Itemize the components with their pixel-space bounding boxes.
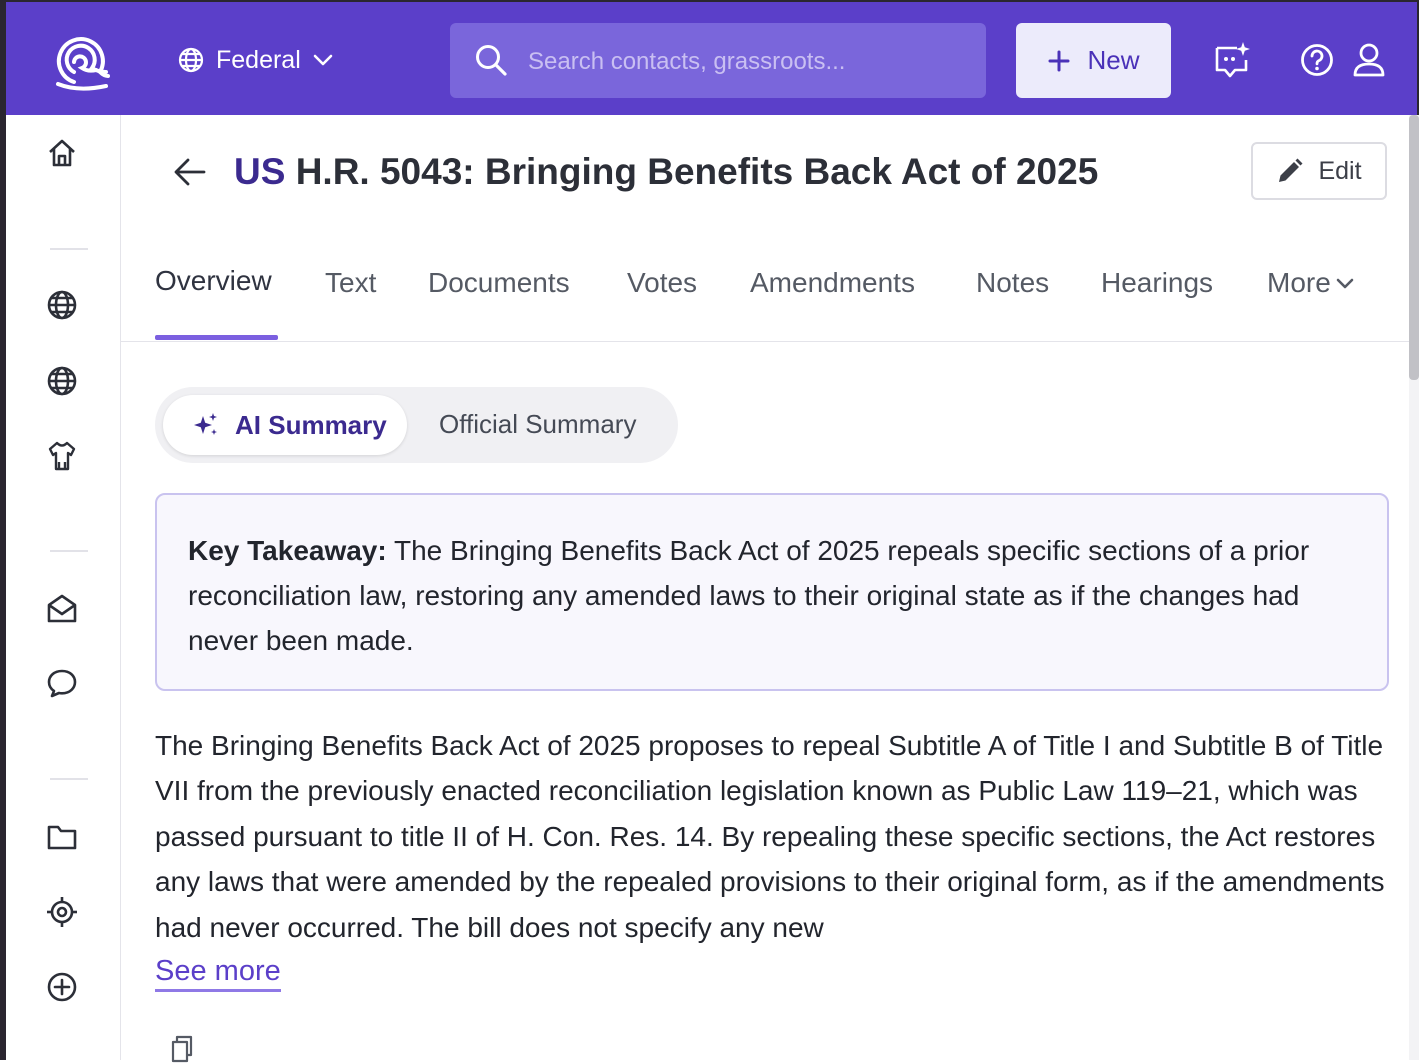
user-icon[interactable] — [1352, 42, 1386, 78]
edit-label: Edit — [1318, 156, 1362, 185]
jurisdiction-prefix: US — [234, 151, 286, 192]
active-tab-indicator — [155, 335, 278, 340]
key-takeaway-box: Key Takeaway: The Bringing Benefits Back… — [155, 493, 1389, 691]
folder-icon[interactable] — [46, 821, 78, 853]
sidebar-divider — [50, 550, 88, 552]
arrow-left-icon[interactable] — [173, 157, 207, 187]
edit-button[interactable]: Edit — [1251, 142, 1387, 200]
help-icon[interactable] — [1300, 43, 1334, 77]
page-title: US H.R. 5043: Bringing Benefits Back Act… — [234, 151, 1098, 193]
official-summary-tab[interactable]: Official Summary — [439, 409, 636, 440]
shirt-icon[interactable] — [46, 440, 78, 472]
pencil-icon — [1279, 158, 1303, 182]
chevron-down-icon — [313, 54, 333, 66]
sidebar — [0, 115, 121, 1060]
tab-more-label: More — [1267, 267, 1331, 298]
sidebar-divider — [50, 778, 88, 780]
bill-title: H.R. 5043: Bringing Benefits Back Act of… — [295, 151, 1099, 192]
see-more-link[interactable]: See more — [155, 955, 281, 992]
sparkle-icon — [194, 413, 217, 435]
summary-text: The Bringing Benefits Back Act of 2025 p… — [155, 730, 1385, 943]
scope-label: Federal — [216, 45, 301, 74]
tab-votes[interactable]: Votes — [627, 267, 697, 299]
search-input[interactable] — [526, 41, 970, 83]
chevron-down-icon — [1336, 278, 1354, 289]
tab-documents[interactable]: Documents — [428, 267, 570, 299]
summary-toggle: AI Summary Official Summary — [155, 387, 678, 463]
top-bar: Federal New — [0, 0, 1419, 115]
ai-chat-icon[interactable] — [1213, 40, 1253, 80]
tab-more[interactable]: More — [1267, 267, 1355, 299]
tab-bar: Overview Text Documents Votes Amendments… — [121, 255, 1411, 342]
target-icon[interactable] — [46, 896, 78, 928]
ai-summary-label: AI Summary — [235, 409, 387, 440]
scope-selector[interactable]: Federal — [178, 42, 333, 78]
globe-icon[interactable] — [46, 365, 78, 397]
sidebar-divider — [50, 248, 88, 250]
chat-bubble-icon[interactable] — [46, 667, 78, 699]
scrollbar-thumb[interactable] — [1409, 115, 1419, 380]
tab-overview[interactable]: Overview — [155, 265, 272, 297]
globe-icon[interactable] — [46, 289, 78, 321]
plus-circle-icon[interactable] — [46, 971, 78, 1003]
app-logo-icon[interactable] — [38, 28, 110, 92]
copy-icon[interactable] — [169, 1035, 195, 1063]
globe-icon — [178, 47, 204, 73]
ai-summary-tab[interactable]: AI Summary — [163, 395, 407, 455]
main-content: US H.R. 5043: Bringing Benefits Back Act… — [121, 115, 1411, 1063]
tab-text[interactable]: Text — [325, 267, 376, 299]
key-takeaway-label: Key Takeaway: — [188, 535, 387, 566]
plus-icon — [1048, 50, 1070, 71]
new-button[interactable]: New — [1016, 23, 1171, 98]
tab-notes[interactable]: Notes — [976, 267, 1049, 299]
search-box[interactable] — [450, 23, 986, 98]
home-icon[interactable] — [46, 137, 78, 169]
search-icon — [476, 45, 507, 76]
tab-hearings[interactable]: Hearings — [1101, 267, 1213, 299]
new-button-label: New — [1087, 45, 1140, 75]
mail-open-icon[interactable] — [46, 592, 78, 624]
tab-amendments[interactable]: Amendments — [750, 267, 915, 299]
